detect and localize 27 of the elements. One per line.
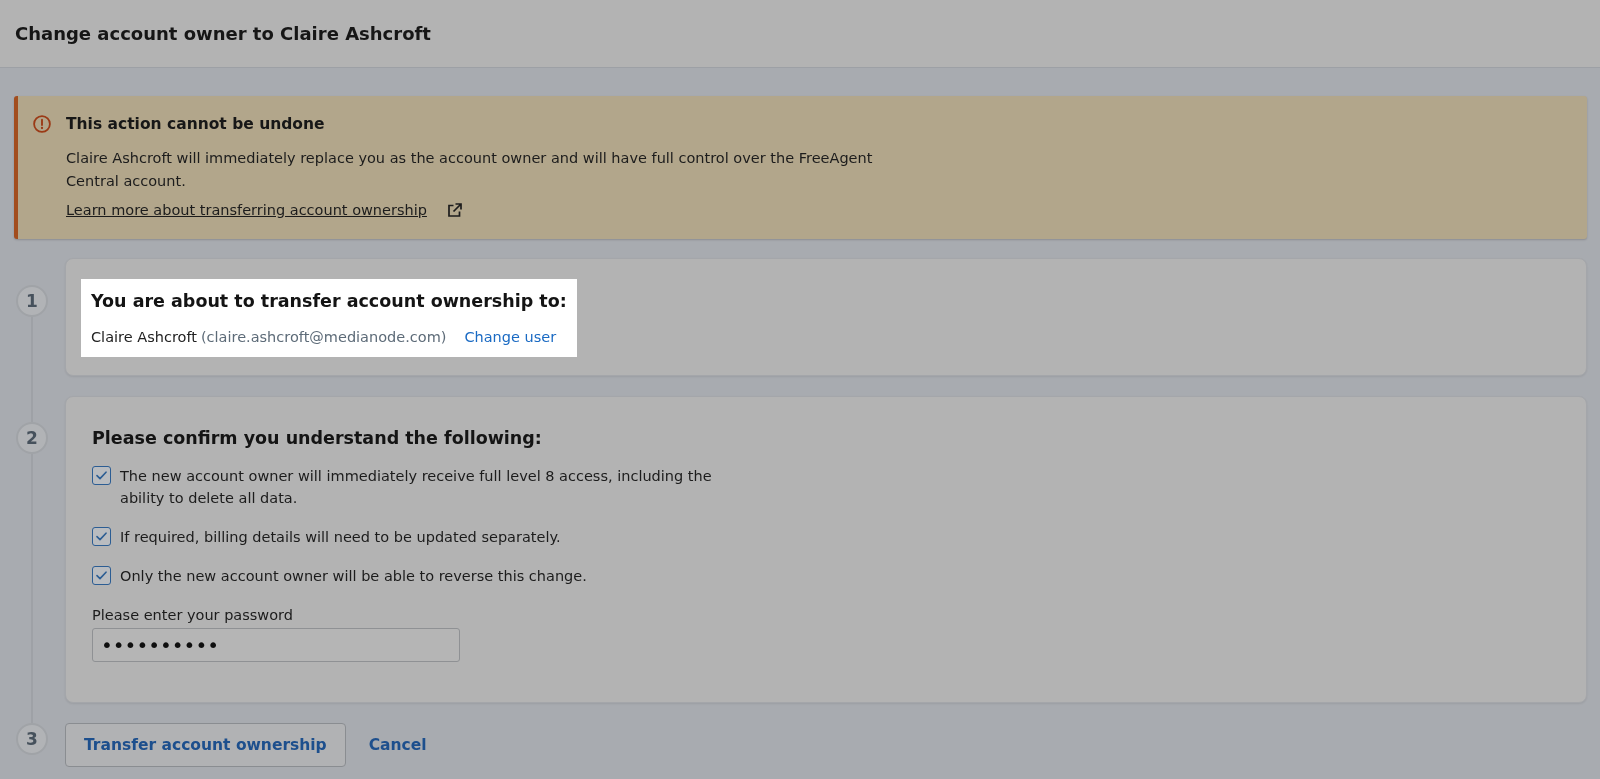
step-number: 2 bbox=[16, 422, 48, 454]
change-user-link[interactable]: Change user bbox=[464, 326, 557, 348]
step-heading: Please confirm you understand the following: bbox=[92, 427, 543, 450]
cancel-link[interactable]: Cancel bbox=[368, 736, 427, 754]
transfer-button[interactable]: Transfer account ownership bbox=[65, 723, 346, 767]
step-heading: You are about to transfer account ownership to: bbox=[91, 290, 567, 313]
checkbox[interactable] bbox=[92, 527, 111, 546]
step-number: 1 bbox=[16, 285, 48, 317]
warning-message: Claire Ashcroft will immediately replace you as the account owner and will have full control over the FreeAgent Central account. bbox=[66, 149, 874, 191]
checkbox[interactable] bbox=[92, 566, 111, 585]
checkbox-label: If required, billing details will need to be updated separately. bbox=[120, 528, 561, 547]
checkmark-icon bbox=[96, 471, 107, 480]
external-link-icon bbox=[446, 202, 462, 218]
password-label: Please enter your password bbox=[92, 606, 294, 625]
warning-icon bbox=[33, 115, 51, 133]
page-title: Change account owner to Claire Ashcroft bbox=[15, 23, 431, 44]
password-field[interactable]: •••••••••• bbox=[92, 628, 460, 662]
checkmark-icon bbox=[96, 532, 107, 541]
warning-title: This action cannot be undone bbox=[66, 114, 325, 135]
learn-more-link[interactable]: Learn more about transferring account ownership bbox=[66, 199, 462, 221]
step-number: 3 bbox=[16, 723, 48, 755]
checkmark-icon bbox=[96, 571, 107, 580]
user-email: (claire.ashcroft@medianode.com) bbox=[200, 328, 447, 347]
checkbox-label: Only the new account owner will be able to reverse this change. bbox=[120, 567, 587, 586]
user-name: Claire Ashcroft bbox=[91, 328, 197, 347]
checkbox-label: The new account owner will immediately receive full level 8 access, including the ability to delete all data. bbox=[120, 467, 713, 508]
checkbox[interactable] bbox=[92, 466, 111, 485]
